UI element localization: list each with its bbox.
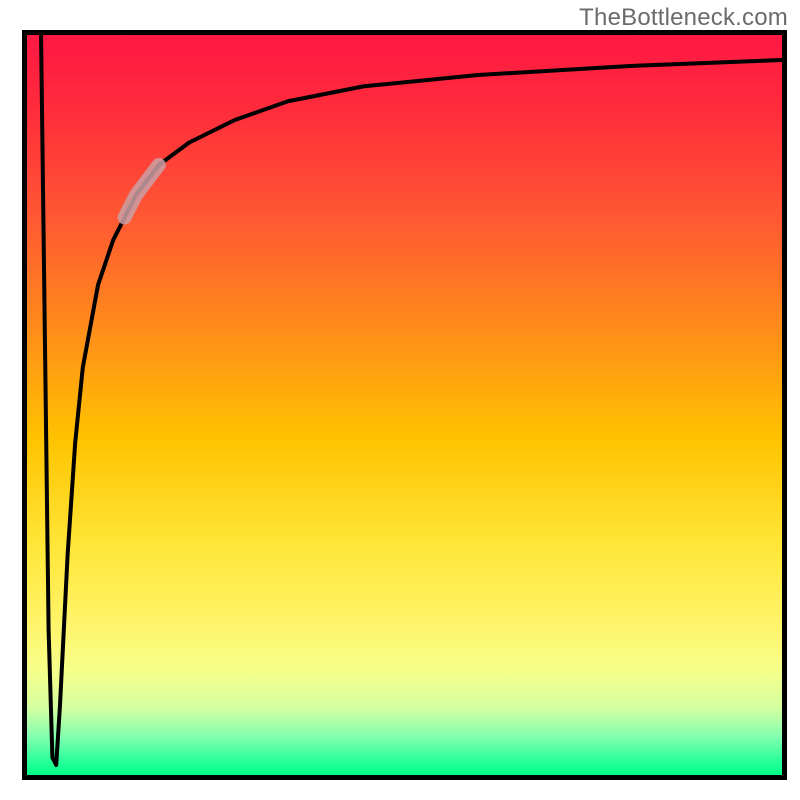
plot-gradient-background xyxy=(22,30,782,780)
watermark-label: TheBottleneck.com xyxy=(579,4,788,32)
chart-container: TheBottleneck.com xyxy=(0,0,800,800)
plot-top-border xyxy=(22,30,787,35)
plot-right-border xyxy=(782,30,787,780)
